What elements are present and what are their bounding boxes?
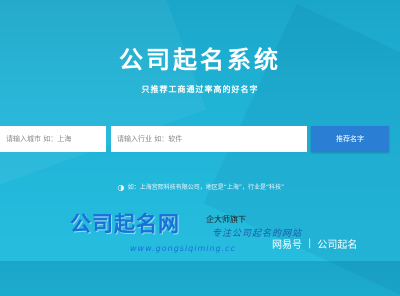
watermark-source: 网易号 (272, 240, 302, 251)
page-subtitle: 只推荐工商通过率高的好名字 (141, 85, 259, 94)
lightbulb-icon: ◑ (117, 183, 125, 192)
industry-input[interactable] (111, 126, 307, 152)
page-title: 公司起名系统 (119, 45, 281, 74)
example-hint: ◑ 如：上海宫熙科技有限公司，地区是“上海”，行业是“科技” (0, 182, 400, 192)
watermark: 网易号 | 公司起名 (272, 236, 357, 251)
watermark-account: 公司起名 (317, 240, 358, 251)
brand-logo: 公司起名网 (70, 211, 180, 236)
watermark-separator: | (308, 238, 312, 249)
search-form: 推荐名字 (0, 126, 400, 152)
city-input[interactable] (0, 126, 106, 152)
example-text: 如：上海宫熙科技有限公司，地区是“上海”，行业是“科技” (127, 184, 285, 191)
recommend-names-button[interactable]: 推荐名字 (311, 126, 389, 152)
brand-url: www.gongsiqiming.cc (130, 244, 236, 253)
brand-tagline-top: 企大师旗下 (206, 215, 246, 224)
background-shape (0, 0, 207, 199)
